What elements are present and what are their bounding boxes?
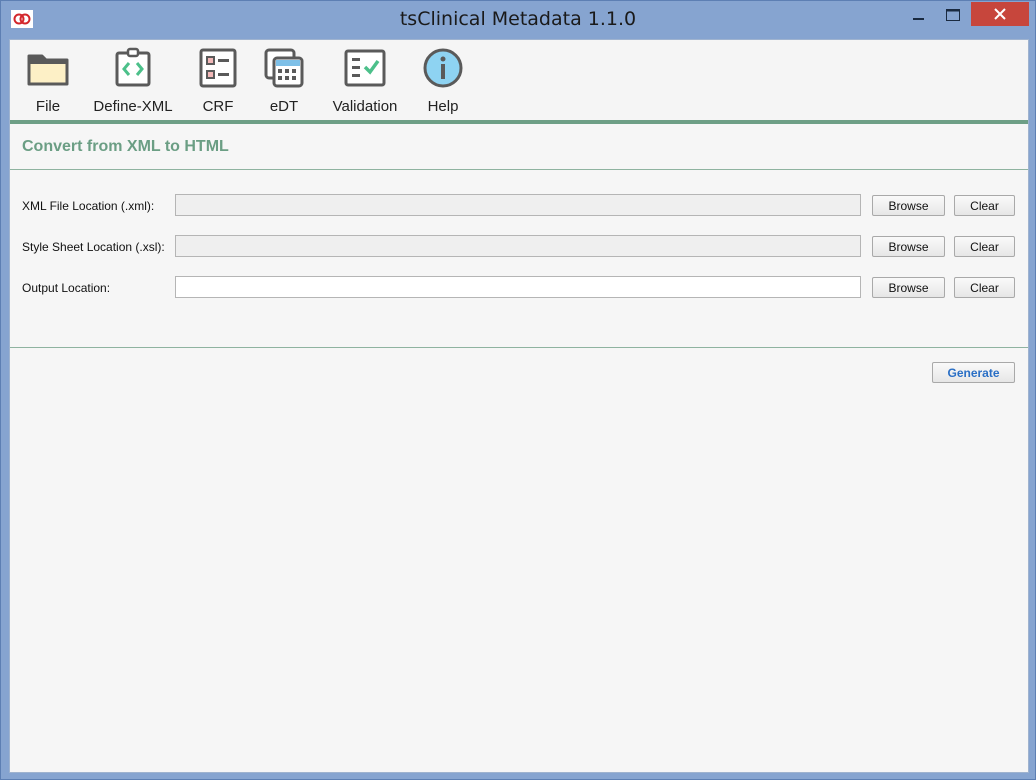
output-browse-button[interactable]: Browse bbox=[872, 277, 945, 298]
toolbar-validation[interactable]: Validation bbox=[328, 46, 402, 118]
xml-file-location-input[interactable] bbox=[175, 194, 861, 216]
folder-icon bbox=[26, 46, 70, 90]
edt-icon bbox=[262, 46, 306, 90]
output-location-label: Output Location: bbox=[22, 281, 111, 295]
xml-clear-button[interactable]: Clear bbox=[954, 195, 1015, 216]
minimize-button[interactable] bbox=[904, 2, 934, 28]
style-sheet-location-input[interactable] bbox=[175, 235, 861, 257]
output-location-input[interactable] bbox=[175, 276, 861, 298]
validation-icon bbox=[343, 46, 387, 90]
toolbar-crf[interactable]: CRF bbox=[198, 46, 238, 118]
toolbar-file[interactable]: File bbox=[26, 46, 70, 118]
crf-icon bbox=[196, 46, 240, 90]
app-window: tsClinical Metadata 1.1.0 File Define-XM… bbox=[0, 0, 1036, 780]
toolbar-help-label: Help bbox=[427, 98, 459, 115]
toolbar-crf-label: CRF bbox=[202, 98, 234, 115]
toolbar-define-xml[interactable]: Define-XML bbox=[91, 46, 175, 118]
xsl-clear-button[interactable]: Clear bbox=[954, 236, 1015, 257]
xsl-browse-button[interactable]: Browse bbox=[872, 236, 945, 257]
generate-button[interactable]: Generate bbox=[932, 362, 1015, 383]
toolbar-define-xml-label: Define-XML bbox=[93, 98, 173, 115]
toolbar-help[interactable]: Help bbox=[422, 46, 464, 118]
toolbar-edt[interactable]: eDT bbox=[264, 46, 304, 118]
xml-browse-button[interactable]: Browse bbox=[872, 195, 945, 216]
title-bar[interactable]: tsClinical Metadata 1.1.0 bbox=[1, 1, 1035, 39]
xml-file-location-label: XML File Location (.xml): bbox=[22, 199, 155, 213]
maximize-button[interactable] bbox=[938, 2, 968, 28]
toolbar-edt-label: eDT bbox=[269, 98, 299, 115]
output-clear-button[interactable]: Clear bbox=[954, 277, 1015, 298]
help-info-icon bbox=[421, 46, 465, 90]
toolbar-validation-label: Validation bbox=[332, 98, 398, 115]
section-divider-bottom bbox=[10, 347, 1028, 348]
define-xml-icon bbox=[111, 46, 155, 90]
client-area: File Define-XML CRF eDT Validation Help … bbox=[9, 39, 1029, 773]
close-button[interactable] bbox=[971, 2, 1029, 26]
style-sheet-location-label: Style Sheet Location (.xsl): bbox=[22, 240, 165, 254]
window-title: tsClinical Metadata 1.1.0 bbox=[399, 8, 637, 30]
section-divider-top bbox=[10, 169, 1028, 170]
toolbar-file-label: File bbox=[35, 98, 61, 115]
section-title: Convert from XML to HTML bbox=[22, 138, 229, 155]
main-toolbar: File Define-XML CRF eDT Validation Help bbox=[10, 40, 1028, 120]
toolbar-divider bbox=[10, 120, 1028, 124]
